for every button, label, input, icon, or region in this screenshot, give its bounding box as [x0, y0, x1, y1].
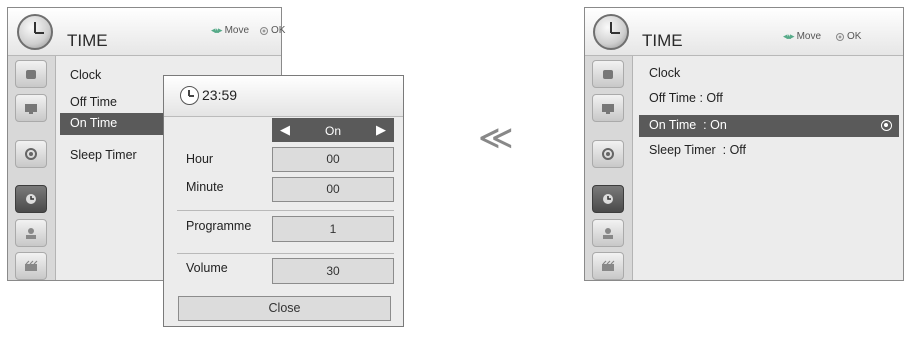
- category-sidebar: [585, 56, 633, 280]
- menu-item-off-time[interactable]: Off Time : Off: [649, 91, 723, 105]
- menu-item-clock[interactable]: Clock: [70, 68, 101, 82]
- menu-header: TIME ◂▴▸ Move OK: [8, 8, 285, 56]
- move-hint-label: Move: [796, 31, 822, 42]
- option-icon[interactable]: [15, 219, 47, 247]
- ok-hint-label: OK: [271, 25, 286, 36]
- menu-item-on-time-label: On Time : On: [649, 118, 727, 132]
- menu-item-on-time[interactable]: On Time : On: [639, 115, 899, 137]
- current-time: 23:59: [202, 87, 238, 103]
- menu-item-sleep-timer[interactable]: Sleep Timer : Off: [649, 143, 746, 157]
- menu-item-on-time-label: On Time: [70, 116, 118, 130]
- selected-radio-icon: [881, 120, 892, 131]
- menu-item-on-time[interactable]: On Time: [60, 113, 170, 135]
- time-icon[interactable]: [592, 185, 624, 213]
- move-arrows-icon: ◂▴▸: [211, 25, 223, 35]
- minute-label: Minute: [186, 180, 224, 194]
- programme-label: Programme: [186, 219, 252, 233]
- hour-label: Hour: [186, 152, 214, 166]
- clock-icon: [17, 14, 53, 50]
- menu-title: TIME: [67, 31, 108, 50]
- screen-icon[interactable]: [592, 94, 624, 122]
- menu-title: TIME: [642, 31, 683, 50]
- double-chevron-icon: ≪: [478, 118, 514, 158]
- ok-button-icon: [260, 26, 269, 35]
- menu-header: TIME ◂▴▸ Move OK: [585, 8, 903, 56]
- picture-icon[interactable]: [592, 60, 624, 88]
- category-sidebar: [8, 56, 56, 280]
- volume-field[interactable]: 30: [272, 258, 394, 284]
- menu-item-off-time[interactable]: Off Time: [70, 95, 117, 109]
- ok-button-icon: [836, 32, 845, 41]
- picture-icon[interactable]: [15, 60, 47, 88]
- audio-icon[interactable]: [15, 140, 47, 168]
- audio-icon[interactable]: [592, 140, 624, 168]
- input-icon[interactable]: [15, 252, 47, 280]
- hour-field[interactable]: 00: [272, 147, 394, 172]
- right-arrow-icon[interactable]: ▶: [376, 122, 386, 138]
- navigation-hint: ◂▴▸ Move OK: [211, 25, 285, 36]
- programme-field[interactable]: 1: [272, 216, 394, 242]
- clock-icon: [593, 14, 629, 50]
- menu-item-clock[interactable]: Clock: [649, 66, 680, 80]
- time-menu-right: TIME ◂▴▸ Move OK Clock Off Time : Off On…: [584, 7, 904, 281]
- clock-icon: [180, 86, 199, 105]
- on-off-selector[interactable]: ◀ On ▶: [272, 118, 394, 142]
- ok-hint-label: OK: [847, 31, 862, 42]
- divider: [177, 253, 394, 254]
- minute-field[interactable]: 00: [272, 177, 394, 202]
- menu-item-sleep-timer[interactable]: Sleep Timer: [70, 148, 137, 162]
- divider: [177, 210, 394, 211]
- navigation-hint: ◂▴▸ Move OK: [783, 31, 861, 42]
- volume-label: Volume: [186, 261, 228, 275]
- input-icon[interactable]: [592, 252, 624, 280]
- time-icon[interactable]: [15, 185, 47, 213]
- option-icon[interactable]: [592, 219, 624, 247]
- popup-header: 23:59: [164, 76, 403, 117]
- move-arrows-icon: ◂▴▸: [783, 31, 795, 41]
- screen-icon[interactable]: [15, 94, 47, 122]
- close-button[interactable]: Close: [178, 296, 391, 321]
- move-hint-label: Move: [224, 25, 250, 36]
